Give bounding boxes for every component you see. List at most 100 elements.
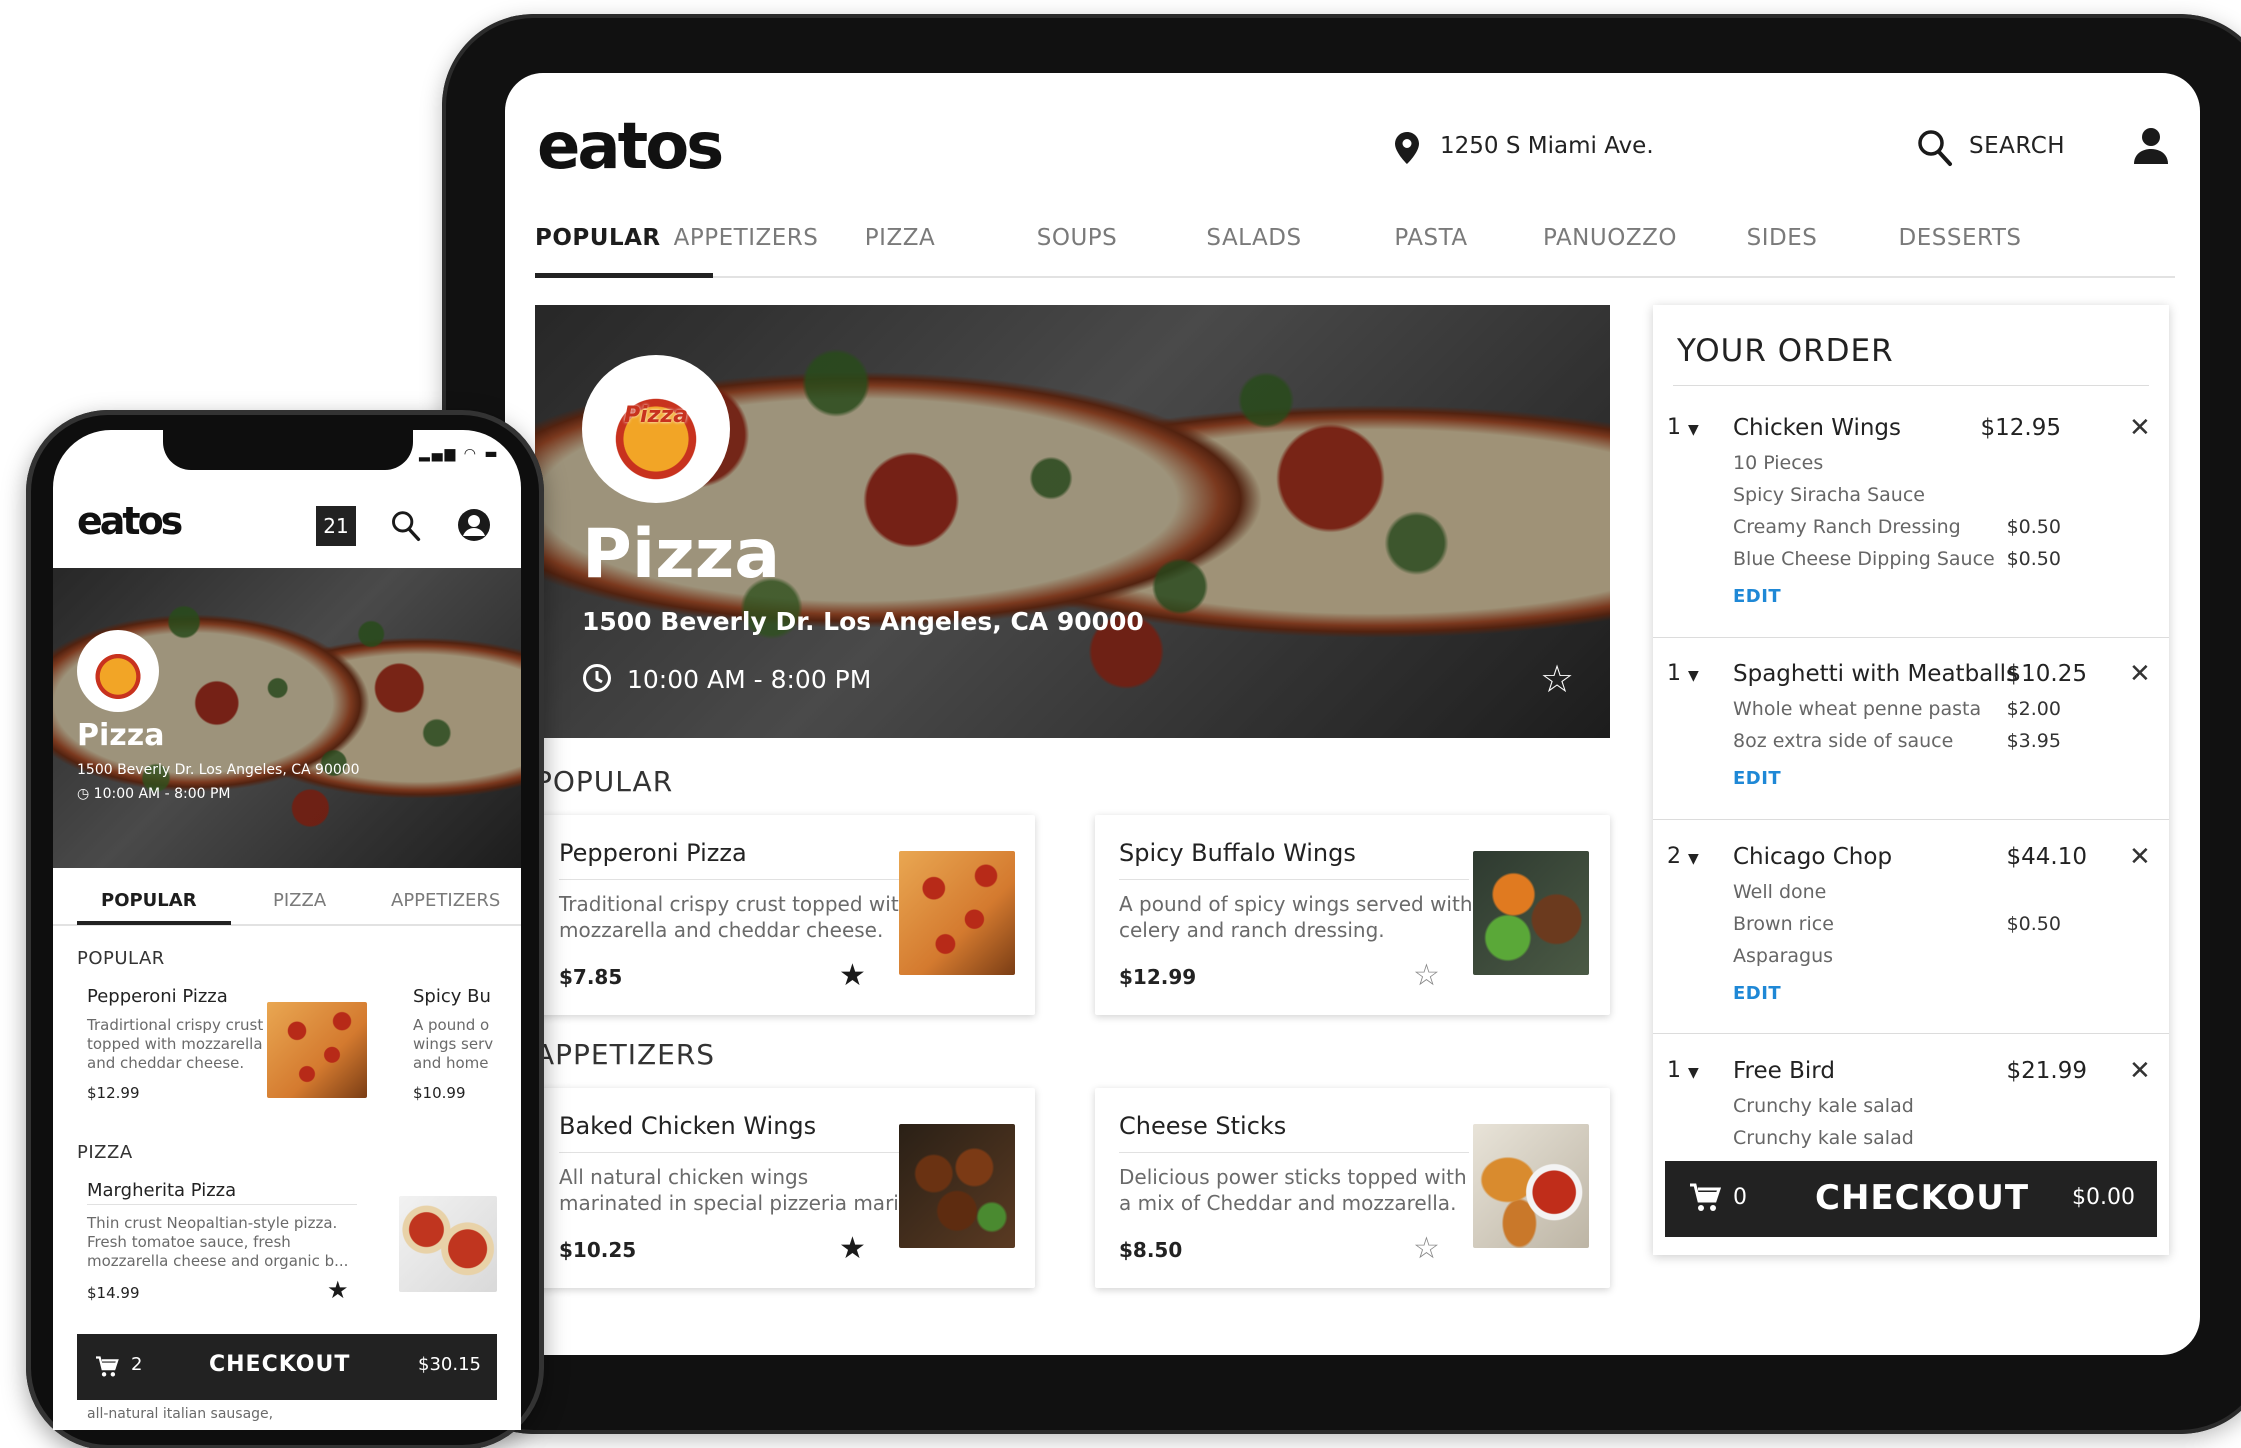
cart-badge[interactable]: 21 bbox=[316, 506, 356, 546]
edit-item-link[interactable]: EDIT bbox=[1733, 586, 1781, 607]
tab-soups[interactable]: SOUPS bbox=[1002, 225, 1152, 251]
baked-chicken-wings-image bbox=[899, 1124, 1015, 1248]
quantity-selector[interactable]: 1 ▼ bbox=[1667, 1058, 1699, 1083]
order-divider bbox=[1653, 819, 2169, 820]
item-description-line: and cheddar cheese. bbox=[87, 1054, 245, 1072]
item-price: $8.50 bbox=[1119, 1238, 1183, 1262]
tabs-divider bbox=[535, 276, 2175, 278]
checkout-label: CHECKOUT bbox=[1815, 1178, 2030, 1218]
remove-item-icon[interactable]: ✕ bbox=[2129, 415, 2151, 441]
eatos-logo[interactable]: eatos bbox=[77, 499, 183, 543]
item-name: Baked Chicken Wings bbox=[559, 1112, 817, 1140]
remove-item-icon[interactable]: ✕ bbox=[2129, 661, 2151, 687]
checkout-button[interactable]: 2 CHECKOUT $30.15 bbox=[77, 1334, 497, 1400]
active-tab-indicator bbox=[535, 273, 713, 278]
menu-item-card[interactable]: Pepperoni Pizza Traditional crispy crust… bbox=[535, 815, 1035, 1015]
item-description-line: wings serv bbox=[413, 1035, 494, 1053]
chevron-down-icon: ▼ bbox=[1688, 668, 1699, 684]
checkout-label: CHECKOUT bbox=[209, 1352, 351, 1377]
order-modifier: Crunchy kale salad bbox=[1733, 1095, 1914, 1117]
order-item-name: Spaghetti with Meatballs bbox=[1733, 661, 2019, 687]
quantity-value: 2 bbox=[1667, 844, 1681, 869]
tab-pizza[interactable]: PIZZA bbox=[273, 890, 326, 911]
menu-item-card[interactable]: Spicy Buffalo Wings A pound of spicy win… bbox=[1095, 815, 1610, 1015]
tab-popular[interactable]: POPULAR bbox=[535, 225, 660, 251]
order-modifier: 8oz extra side of sauce bbox=[1733, 730, 1954, 752]
hero-address: 1500 Beverly Dr. Los Angeles, CA 90000 bbox=[77, 762, 360, 778]
order-modifier: Spicy Siracha Sauce bbox=[1733, 484, 1925, 506]
item-name: Spicy Buffalo Wings bbox=[1119, 839, 1356, 867]
edit-item-link[interactable]: EDIT bbox=[1733, 983, 1781, 1004]
search-label[interactable]: SEARCH bbox=[1969, 133, 2065, 159]
hero-banner: Pizza 1500 Beverly Dr. Los Angeles, CA 9… bbox=[53, 568, 521, 868]
checkout-button[interactable]: 0 CHECKOUT $0.00 bbox=[1665, 1161, 2157, 1237]
order-modifier: Crunchy kale salad bbox=[1733, 1127, 1914, 1149]
logo-text: eatos bbox=[77, 499, 183, 543]
search-icon[interactable] bbox=[391, 510, 421, 546]
favorite-star-outline-icon[interactable]: ☆ bbox=[1413, 1234, 1440, 1264]
pepperoni-pizza-image bbox=[899, 851, 1015, 975]
quantity-value: 1 bbox=[1667, 415, 1681, 440]
tab-desserts[interactable]: DESSERTS bbox=[1875, 225, 2045, 251]
hero-banner: Pizza Pizza 1500 Beverly Dr. Los Angeles… bbox=[535, 305, 1610, 738]
item-description-line: A pound o bbox=[413, 1016, 490, 1034]
edit-item-link[interactable]: EDIT bbox=[1733, 768, 1781, 789]
clock-icon: ◷ bbox=[77, 786, 90, 802]
tab-pasta[interactable]: PASTA bbox=[1356, 225, 1506, 251]
tab-panuozzo[interactable]: PANUOZZO bbox=[1525, 225, 1695, 251]
peek-description: all-natural italian sausage, bbox=[87, 1406, 274, 1422]
search-icon[interactable] bbox=[1917, 129, 1953, 171]
user-account-icon[interactable] bbox=[2133, 127, 2169, 169]
remove-item-icon[interactable]: ✕ bbox=[2129, 844, 2151, 870]
user-account-icon[interactable] bbox=[457, 508, 491, 546]
order-title: YOUR ORDER bbox=[1677, 333, 1894, 369]
hero-address: 1500 Beverly Dr. Los Angeles, CA 90000 bbox=[582, 607, 1144, 636]
margherita-pizza-image bbox=[399, 1196, 497, 1292]
quantity-selector[interactable]: 2 ▼ bbox=[1667, 844, 1699, 869]
tab-pizza[interactable]: PIZZA bbox=[825, 225, 975, 251]
hero-hours: 10:00 AM - 8:00 PM bbox=[627, 665, 872, 694]
item-description-line: Fresh tomatoe sauce, fresh bbox=[87, 1233, 291, 1251]
delivery-address[interactable]: 1250 S Miami Ave. bbox=[1440, 133, 1654, 159]
quantity-value: 1 bbox=[1667, 661, 1681, 686]
menu-item-card[interactable]: Cheese Sticks Delicious power sticks top… bbox=[1095, 1088, 1610, 1288]
item-name: Pepperoni Pizza bbox=[559, 839, 747, 867]
pizza-logo-icon bbox=[90, 644, 146, 700]
eatos-logo[interactable]: eatos bbox=[537, 115, 724, 179]
hero-title: Pizza bbox=[582, 515, 781, 594]
order-modifier: Blue Cheese Dipping Sauce bbox=[1733, 548, 1995, 570]
tab-appetizers[interactable]: APPETIZERS bbox=[653, 225, 839, 251]
favorite-star-filled-icon[interactable]: ★ bbox=[839, 1234, 866, 1264]
item-description-line: and home bbox=[413, 1054, 489, 1072]
section-title-popular: POPULAR bbox=[535, 765, 674, 798]
order-divider bbox=[1653, 1033, 2169, 1034]
menu-item-card[interactable]: Margherita Pizza Thin crust Neopaltian-s… bbox=[77, 1170, 497, 1318]
favorite-star-outline-icon[interactable]: ☆ bbox=[1413, 961, 1440, 991]
menu-item-card-peek[interactable]: Spicy Bu A pound o wings serv and home $… bbox=[405, 976, 521, 1114]
tab-salads[interactable]: SALADS bbox=[1179, 225, 1329, 251]
menu-item-card[interactable]: Pepperoni Pizza Tradirtional crispy crus… bbox=[77, 976, 383, 1114]
location-pin-icon bbox=[1395, 132, 1419, 168]
tab-appetizers[interactable]: APPETIZERS bbox=[391, 890, 500, 911]
quantity-selector[interactable]: 1 ▼ bbox=[1667, 661, 1699, 686]
menu-item-card[interactable]: Baked Chicken Wings All natural chicken … bbox=[535, 1088, 1035, 1288]
favorite-star-icon[interactable]: ☆ bbox=[1540, 660, 1574, 698]
hero-title: Pizza bbox=[77, 718, 165, 753]
cart-icon bbox=[95, 1356, 119, 1382]
order-item-name: Chicken Wings bbox=[1733, 415, 1901, 441]
favorite-star-filled-icon[interactable]: ★ bbox=[327, 1278, 349, 1302]
status-bar-icons: ▂▄▆ ◠ ▬ bbox=[419, 446, 500, 462]
tab-sides[interactable]: SIDES bbox=[1707, 225, 1857, 251]
item-description-line: a mix of Cheddar and mozzarella. bbox=[1119, 1191, 1457, 1215]
item-price: $12.99 bbox=[87, 1084, 140, 1102]
restaurant-badge bbox=[77, 630, 159, 712]
item-description-line: All natural chicken wings bbox=[559, 1165, 809, 1189]
order-divider bbox=[1653, 637, 2169, 638]
order-item-name: Free Bird bbox=[1733, 1058, 1835, 1084]
favorite-star-filled-icon[interactable]: ★ bbox=[839, 961, 866, 991]
item-description-line: Delicious power sticks topped with bbox=[1119, 1165, 1467, 1189]
quantity-selector[interactable]: 1 ▼ bbox=[1667, 415, 1699, 440]
item-description: Tradirtional crispy crust topped with mo… bbox=[87, 1016, 263, 1073]
tab-popular[interactable]: POPULAR bbox=[101, 890, 197, 911]
remove-item-icon[interactable]: ✕ bbox=[2129, 1058, 2151, 1084]
